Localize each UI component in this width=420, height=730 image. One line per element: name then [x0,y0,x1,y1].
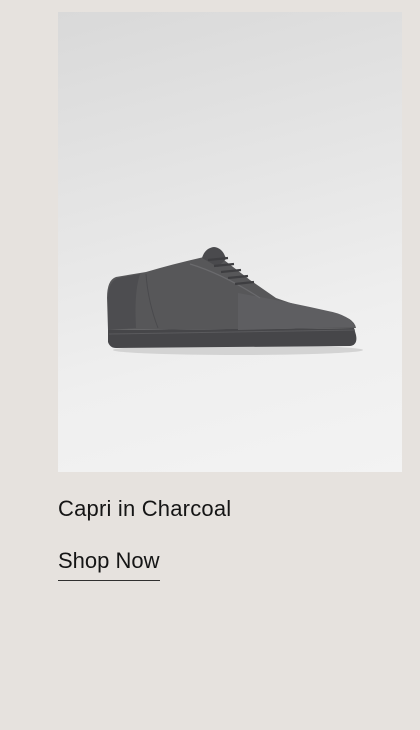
sneaker-icon [107,247,363,355]
product-card: Capri in Charcoal Shop Now [0,0,420,730]
shop-now-link[interactable]: Shop Now [58,548,160,581]
product-title: Capri in Charcoal [58,496,232,521]
product-image[interactable] [58,12,402,472]
